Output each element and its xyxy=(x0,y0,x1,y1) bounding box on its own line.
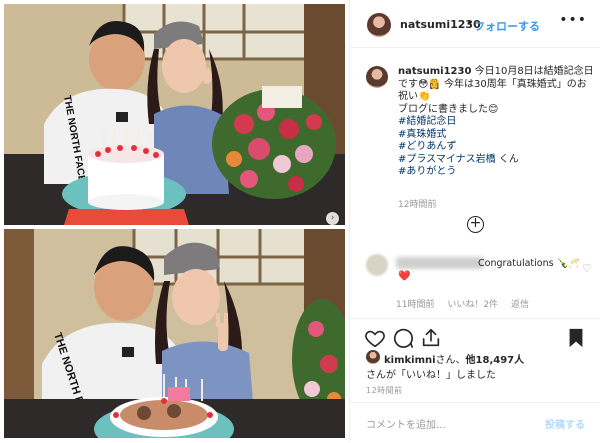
share-icon[interactable] xyxy=(420,327,442,349)
likes-line2: さんが「いいね！」しました xyxy=(366,370,496,381)
hashtag-link[interactable]: #真珠婚式 xyxy=(398,129,594,142)
header-separator: • xyxy=(466,17,473,30)
author-avatar[interactable] xyxy=(367,13,391,37)
hashtag-suffix: くん xyxy=(495,153,519,165)
hashtag-link[interactable]: #ありがとう xyxy=(398,166,594,179)
next-photo-chevron-icon[interactable]: › xyxy=(326,212,339,225)
bookmark-icon[interactable] xyxy=(565,327,587,349)
comment-reply-button[interactable]: 返信 xyxy=(511,300,529,310)
comment-meta: 11時間前 いいね！2件 返信 xyxy=(396,297,539,310)
hashtag-mention-line: #プラスマイナス岩橋 くん xyxy=(398,154,594,167)
comment-icon[interactable] xyxy=(392,327,414,349)
hashtag-link[interactable]: #プラスマイナス岩橋 xyxy=(398,154,496,165)
post-photo-2[interactable]: THE NORTH FACE xyxy=(4,229,345,438)
post-timestamp: 12時間前 xyxy=(366,386,403,395)
comment-likes-count[interactable]: いいね！2件 xyxy=(447,300,498,310)
load-more-comments-plus-icon[interactable]: + xyxy=(467,216,484,233)
likes-suffix: さん、 xyxy=(435,355,466,366)
likes-line1: kimkimniさん、他18,497人 xyxy=(384,351,524,366)
caption-author-avatar[interactable] xyxy=(366,66,388,88)
post-photo-1[interactable]: THE NORTH FACE › xyxy=(4,4,345,225)
liker-avatar[interactable] xyxy=(366,350,380,364)
comment-input[interactable]: コメントを追加... xyxy=(366,416,446,431)
caption-text-block: natsumi1230 今日10月8日は結婚記念日です😳👸 今年は30周年「真珠… xyxy=(398,66,594,179)
caption-timestamp: 12時間前 xyxy=(398,200,437,210)
liker-username[interactable]: kimkimni xyxy=(384,355,436,366)
comment-text: Congratulations 🍾🥂 xyxy=(478,258,581,269)
hashtag-link[interactable]: #結婚記念日 xyxy=(398,116,594,129)
post-comment-button[interactable]: 投稿する xyxy=(545,416,585,431)
hashtag-link[interactable]: #どりあんず xyxy=(398,141,594,154)
photo-column: THE NORTH FACE › THE NORTH FACE xyxy=(0,0,349,442)
comment-item: Congratulations 🍾🥂 ❤️ ♡ xyxy=(366,254,592,282)
caption-text-line2: ブログに書きました😊 xyxy=(398,103,499,115)
add-comment-bar: コメントを追加... 投稿する xyxy=(350,402,600,443)
comment-like-heart-icon[interactable]: ♡ xyxy=(582,262,592,275)
post-header: natsumi1230 • フォローする ••• xyxy=(350,0,600,48)
more-options-icon[interactable]: ••• xyxy=(559,12,587,28)
likes-others-count[interactable]: 他18,497人 xyxy=(466,355,525,366)
commenter-username-blurred[interactable] xyxy=(396,257,484,269)
caption-username[interactable]: natsumi1230 xyxy=(398,66,471,77)
post-detail-panel: natsumi1230 • フォローする ••• natsumi1230 今日1… xyxy=(349,0,600,442)
instagram-post-screen: THE NORTH FACE › THE NORTH FACE natsumi1… xyxy=(0,0,600,442)
heart-icon[interactable] xyxy=(364,327,386,349)
commenter-avatar-blurred[interactable] xyxy=(366,254,388,276)
comment-heart-emoji: ❤️ xyxy=(398,271,411,282)
comment-timestamp: 11時間前 xyxy=(396,300,435,310)
follow-button[interactable]: フォローする xyxy=(474,18,540,34)
